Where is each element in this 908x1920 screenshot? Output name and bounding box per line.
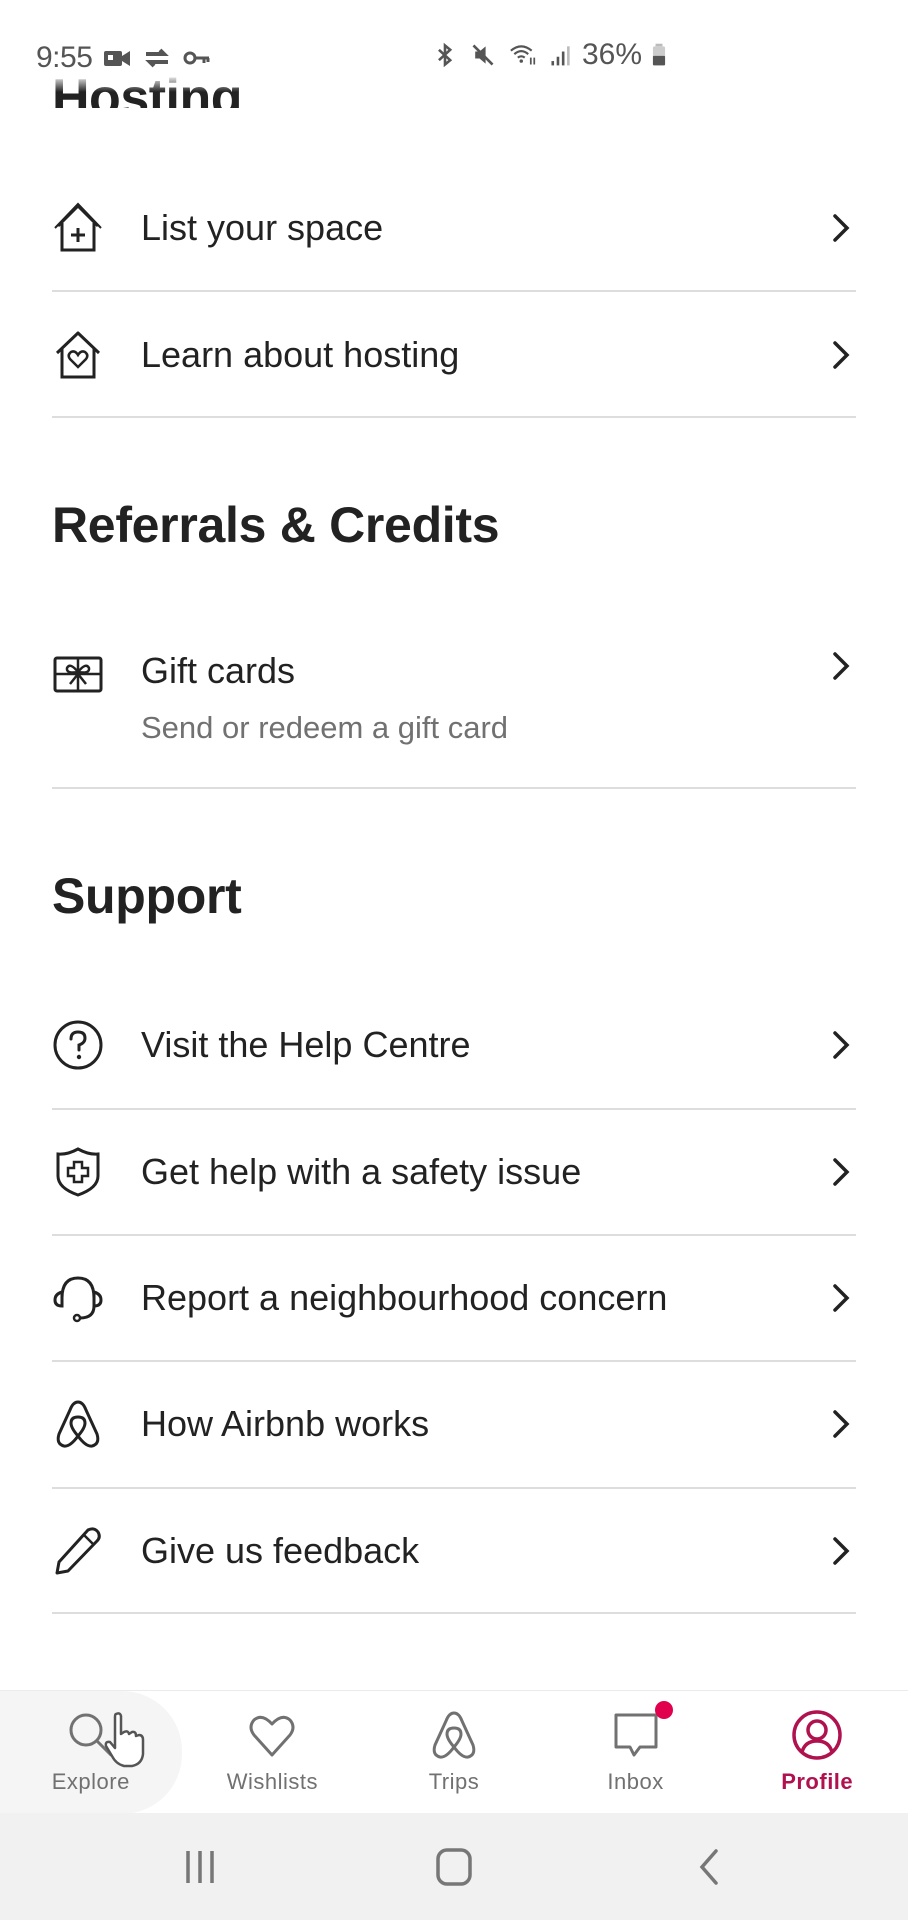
divider xyxy=(52,290,856,292)
divider xyxy=(52,787,856,789)
airbnb-logo-icon xyxy=(52,1398,104,1450)
safety-issue-label: Get help with a safety issue xyxy=(141,1151,582,1192)
gift-cards-label: Gift cards xyxy=(141,650,296,691)
list-your-space-item[interactable]: List your space xyxy=(52,202,856,254)
chat-icon xyxy=(614,1713,658,1757)
how-airbnb-works-label: How Airbnb works xyxy=(141,1403,430,1444)
shield-cross-icon xyxy=(52,1146,104,1198)
tab-explore-label: Explore xyxy=(51,1769,130,1794)
chevron-right-icon xyxy=(833,1284,850,1312)
bluetooth-icon xyxy=(438,42,453,68)
help-centre-label: Visit the Help Centre xyxy=(141,1024,471,1065)
referrals-section-title: Referrals & Credits xyxy=(52,497,500,553)
mute-icon xyxy=(472,44,494,66)
tab-profile[interactable]: Profile xyxy=(726,1691,908,1814)
bottom-nav: Explore Wishlists Trips Inbox Profile xyxy=(0,1690,908,1814)
neighbourhood-concern-label: Report a neighbourhood concern xyxy=(141,1277,668,1318)
divider xyxy=(52,1487,856,1489)
tab-wishlists[interactable]: Wishlists xyxy=(182,1691,364,1814)
house-plus-icon xyxy=(52,202,104,254)
divider xyxy=(52,1360,856,1362)
divider xyxy=(52,1234,856,1236)
search-icon xyxy=(69,1713,113,1757)
battery-icon xyxy=(652,43,666,66)
gift-card-icon xyxy=(52,648,104,700)
back-button[interactable] xyxy=(688,1845,732,1889)
headset-icon xyxy=(52,1272,104,1324)
give-feedback-label: Give us feedback xyxy=(141,1530,420,1571)
airbnb-logo-icon xyxy=(432,1711,476,1759)
chevron-right-icon xyxy=(833,1158,850,1186)
house-heart-icon xyxy=(52,329,104,381)
divider xyxy=(52,1108,856,1110)
wifi-icon xyxy=(510,45,536,65)
tab-inbox[interactable]: Inbox xyxy=(545,1691,727,1814)
give-feedback-item[interactable]: Give us feedback xyxy=(52,1525,856,1577)
gift-cards-item[interactable]: Gift cards Send or redeem a gift card xyxy=(52,648,856,758)
unread-badge xyxy=(654,1701,673,1719)
divider xyxy=(52,1612,856,1614)
learn-about-hosting-item[interactable]: Learn about hosting xyxy=(52,329,856,381)
signal-icon xyxy=(551,46,570,66)
heart-icon xyxy=(249,1715,295,1757)
battery-percent: 36% xyxy=(582,38,643,71)
safety-issue-item[interactable]: Get help with a safety issue xyxy=(52,1146,856,1198)
chevron-right-icon xyxy=(833,1031,850,1059)
gift-cards-sublabel: Send or redeem a gift card xyxy=(141,710,509,745)
status-time: 9:55 xyxy=(36,41,93,74)
support-section-title: Support xyxy=(52,868,242,924)
system-nav-bar xyxy=(0,1813,908,1920)
chevron-right-icon xyxy=(833,652,850,680)
tab-trips-label: Trips xyxy=(428,1769,480,1794)
tab-profile-label: Profile xyxy=(781,1769,854,1794)
pencil-icon xyxy=(52,1525,104,1577)
profile-icon xyxy=(792,1710,842,1760)
video-camera-icon xyxy=(104,51,131,66)
recents-button[interactable] xyxy=(178,1845,222,1889)
tab-inbox-label: Inbox xyxy=(607,1769,664,1794)
status-bar: 9:55 36% xyxy=(0,0,908,92)
chevron-right-icon xyxy=(833,214,850,242)
list-your-space-label: List your space xyxy=(141,207,384,248)
home-button[interactable] xyxy=(432,1845,476,1889)
chevron-right-icon xyxy=(833,1410,850,1438)
neighbourhood-concern-item[interactable]: Report a neighbourhood concern xyxy=(52,1272,856,1324)
tab-trips[interactable]: Trips xyxy=(363,1691,545,1814)
question-circle-icon xyxy=(52,1019,104,1071)
sync-icon xyxy=(145,48,170,68)
divider xyxy=(52,416,856,418)
tab-explore[interactable]: Explore xyxy=(0,1691,182,1814)
chevron-right-icon xyxy=(833,1537,850,1565)
learn-about-hosting-label: Learn about hosting xyxy=(141,334,460,375)
key-icon xyxy=(183,51,210,65)
how-airbnb-works-item[interactable]: How Airbnb works xyxy=(52,1398,856,1450)
chevron-right-icon xyxy=(833,341,850,369)
tab-wishlists-label: Wishlists xyxy=(226,1769,319,1794)
help-centre-item[interactable]: Visit the Help Centre xyxy=(52,1019,856,1071)
